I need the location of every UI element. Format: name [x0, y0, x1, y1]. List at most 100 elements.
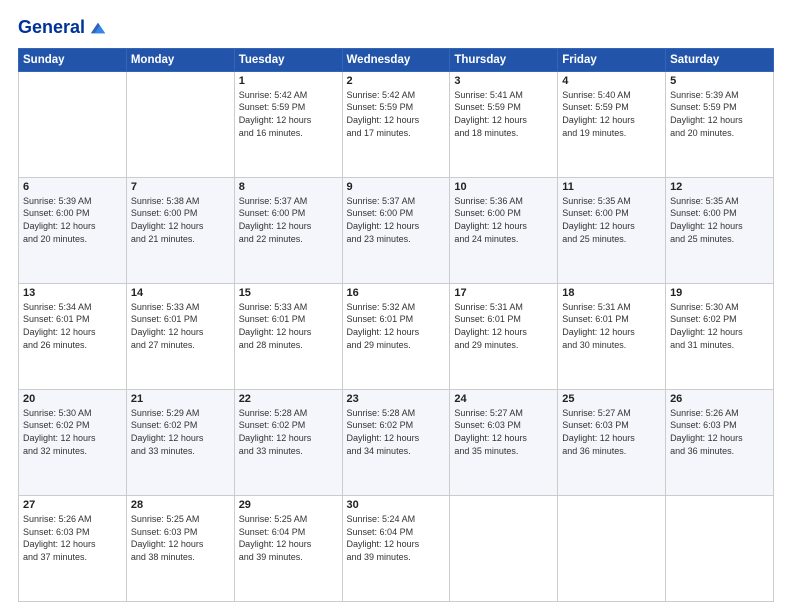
day-number: 7: [131, 181, 230, 193]
calendar-cell: 30 Sunrise: 5:24 AM Sunset: 6:04 PM Dayli…: [342, 495, 450, 601]
day-number: 21: [131, 393, 230, 405]
calendar-cell: 27Sunrise: 5:26 AM Sunset: 6:03 PM Dayli…: [19, 495, 127, 601]
day-info: Sunrise: 5:38 AM Sunset: 6:00 PM Dayligh…: [131, 195, 230, 245]
logo-icon: [89, 19, 107, 37]
day-info: Sunrise: 5:30 AM Sunset: 6:02 PM Dayligh…: [670, 301, 769, 351]
calendar-cell: 25 Sunrise: 5:27 AM Sunset: 6:03 PM Dayli…: [558, 389, 666, 495]
weekday-header-friday: Friday: [558, 48, 666, 71]
calendar-cell: 28 Sunrise: 5:25 AM Sunset: 6:03 PM Dayli…: [126, 495, 234, 601]
day-number: 8: [239, 181, 338, 193]
weekday-header-monday: Monday: [126, 48, 234, 71]
calendar-cell: 14 Sunrise: 5:33 AM Sunset: 6:01 PM Dayli…: [126, 283, 234, 389]
day-info: Sunrise: 5:28 AM Sunset: 6:02 PM Dayligh…: [347, 407, 446, 457]
day-info: Sunrise: 5:36 AM Sunset: 6:00 PM Dayligh…: [454, 195, 553, 245]
day-info: Sunrise: 5:32 AM Sunset: 6:01 PM Dayligh…: [347, 301, 446, 351]
calendar-cell: 26Sunrise: 5:26 AM Sunset: 6:03 PM Dayli…: [666, 389, 774, 495]
day-number: 13: [23, 287, 122, 299]
week-row-5: 27Sunrise: 5:26 AM Sunset: 6:03 PM Dayli…: [19, 495, 774, 601]
day-info: Sunrise: 5:27 AM Sunset: 6:03 PM Dayligh…: [454, 407, 553, 457]
weekday-header-saturday: Saturday: [666, 48, 774, 71]
logo-text: General: [18, 18, 85, 38]
day-info: Sunrise: 5:39 AM Sunset: 5:59 PM Dayligh…: [670, 89, 769, 139]
calendar-cell: 11Sunrise: 5:35 AM Sunset: 6:00 PM Dayli…: [558, 177, 666, 283]
day-info: Sunrise: 5:33 AM Sunset: 6:01 PM Dayligh…: [239, 301, 338, 351]
day-number: 9: [347, 181, 446, 193]
day-info: Sunrise: 5:33 AM Sunset: 6:01 PM Dayligh…: [131, 301, 230, 351]
calendar-cell: 6 Sunrise: 5:39 AM Sunset: 6:00 PM Daylig…: [19, 177, 127, 283]
day-number: 16: [347, 287, 446, 299]
day-number: 2: [347, 75, 446, 87]
weekday-header-thursday: Thursday: [450, 48, 558, 71]
day-number: 30: [347, 499, 446, 511]
day-number: 20: [23, 393, 122, 405]
day-info: Sunrise: 5:31 AM Sunset: 6:01 PM Dayligh…: [454, 301, 553, 351]
day-info: Sunrise: 5:41 AM Sunset: 5:59 PM Dayligh…: [454, 89, 553, 139]
week-row-2: 6 Sunrise: 5:39 AM Sunset: 6:00 PM Daylig…: [19, 177, 774, 283]
weekday-header-tuesday: Tuesday: [234, 48, 342, 71]
calendar-cell: 24Sunrise: 5:27 AM Sunset: 6:03 PM Dayli…: [450, 389, 558, 495]
day-number: 25: [562, 393, 661, 405]
day-info: Sunrise: 5:26 AM Sunset: 6:03 PM Dayligh…: [670, 407, 769, 457]
calendar-cell: 1 Sunrise: 5:42 AM Sunset: 5:59 PM Daylig…: [234, 71, 342, 177]
calendar-cell: [666, 495, 774, 601]
week-row-4: 20 Sunrise: 5:30 AM Sunset: 6:02 PM Dayli…: [19, 389, 774, 495]
day-number: 1: [239, 75, 338, 87]
day-info: Sunrise: 5:34 AM Sunset: 6:01 PM Dayligh…: [23, 301, 122, 351]
day-number: 18: [562, 287, 661, 299]
page: General SundayMondayTuesdayWednesdayThur…: [0, 0, 792, 612]
calendar-cell: 21 Sunrise: 5:29 AM Sunset: 6:02 PM Dayli…: [126, 389, 234, 495]
day-info: Sunrise: 5:35 AM Sunset: 6:00 PM Dayligh…: [562, 195, 661, 245]
calendar-cell: 5Sunrise: 5:39 AM Sunset: 5:59 PM Daylig…: [666, 71, 774, 177]
calendar-cell: [558, 495, 666, 601]
day-info: Sunrise: 5:24 AM Sunset: 6:04 PM Dayligh…: [347, 513, 446, 563]
day-info: Sunrise: 5:25 AM Sunset: 6:03 PM Dayligh…: [131, 513, 230, 563]
day-info: Sunrise: 5:40 AM Sunset: 5:59 PM Dayligh…: [562, 89, 661, 139]
day-number: 4: [562, 75, 661, 87]
day-number: 12: [670, 181, 769, 193]
day-info: Sunrise: 5:42 AM Sunset: 5:59 PM Dayligh…: [347, 89, 446, 139]
logo: General: [18, 18, 107, 38]
calendar-cell: 10Sunrise: 5:36 AM Sunset: 6:00 PM Dayli…: [450, 177, 558, 283]
day-info: Sunrise: 5:39 AM Sunset: 6:00 PM Dayligh…: [23, 195, 122, 245]
calendar: SundayMondayTuesdayWednesdayThursdayFrid…: [18, 48, 774, 602]
calendar-cell: 4 Sunrise: 5:40 AM Sunset: 5:59 PM Daylig…: [558, 71, 666, 177]
calendar-cell: [19, 71, 127, 177]
day-number: 23: [347, 393, 446, 405]
day-number: 29: [239, 499, 338, 511]
day-number: 28: [131, 499, 230, 511]
day-info: Sunrise: 5:37 AM Sunset: 6:00 PM Dayligh…: [347, 195, 446, 245]
calendar-cell: 20 Sunrise: 5:30 AM Sunset: 6:02 PM Dayli…: [19, 389, 127, 495]
calendar-cell: 23 Sunrise: 5:28 AM Sunset: 6:02 PM Dayli…: [342, 389, 450, 495]
day-info: Sunrise: 5:30 AM Sunset: 6:02 PM Dayligh…: [23, 407, 122, 457]
week-row-3: 13 Sunrise: 5:34 AM Sunset: 6:01 PM Dayli…: [19, 283, 774, 389]
day-info: Sunrise: 5:31 AM Sunset: 6:01 PM Dayligh…: [562, 301, 661, 351]
calendar-cell: 8 Sunrise: 5:37 AM Sunset: 6:00 PM Daylig…: [234, 177, 342, 283]
day-info: Sunrise: 5:29 AM Sunset: 6:02 PM Dayligh…: [131, 407, 230, 457]
day-number: 14: [131, 287, 230, 299]
calendar-cell: 13 Sunrise: 5:34 AM Sunset: 6:01 PM Dayli…: [19, 283, 127, 389]
calendar-cell: 3 Sunrise: 5:41 AM Sunset: 5:59 PM Daylig…: [450, 71, 558, 177]
weekday-header-wednesday: Wednesday: [342, 48, 450, 71]
day-number: 22: [239, 393, 338, 405]
calendar-cell: 22 Sunrise: 5:28 AM Sunset: 6:02 PM Dayli…: [234, 389, 342, 495]
calendar-cell: [450, 495, 558, 601]
day-number: 3: [454, 75, 553, 87]
calendar-cell: 17Sunrise: 5:31 AM Sunset: 6:01 PM Dayli…: [450, 283, 558, 389]
weekday-header-sunday: Sunday: [19, 48, 127, 71]
day-info: Sunrise: 5:25 AM Sunset: 6:04 PM Dayligh…: [239, 513, 338, 563]
day-number: 6: [23, 181, 122, 193]
calendar-cell: 19Sunrise: 5:30 AM Sunset: 6:02 PM Dayli…: [666, 283, 774, 389]
day-info: Sunrise: 5:35 AM Sunset: 6:00 PM Dayligh…: [670, 195, 769, 245]
day-info: Sunrise: 5:37 AM Sunset: 6:00 PM Dayligh…: [239, 195, 338, 245]
day-info: Sunrise: 5:27 AM Sunset: 6:03 PM Dayligh…: [562, 407, 661, 457]
calendar-cell: 15Sunrise: 5:33 AM Sunset: 6:01 PM Dayli…: [234, 283, 342, 389]
calendar-cell: [126, 71, 234, 177]
calendar-cell: 16 Sunrise: 5:32 AM Sunset: 6:01 PM Dayli…: [342, 283, 450, 389]
day-info: Sunrise: 5:42 AM Sunset: 5:59 PM Dayligh…: [239, 89, 338, 139]
day-number: 27: [23, 499, 122, 511]
week-row-1: 1 Sunrise: 5:42 AM Sunset: 5:59 PM Daylig…: [19, 71, 774, 177]
calendar-cell: 18 Sunrise: 5:31 AM Sunset: 6:01 PM Dayli…: [558, 283, 666, 389]
day-info: Sunrise: 5:28 AM Sunset: 6:02 PM Dayligh…: [239, 407, 338, 457]
calendar-cell: 29 Sunrise: 5:25 AM Sunset: 6:04 PM Dayli…: [234, 495, 342, 601]
calendar-cell: 7 Sunrise: 5:38 AM Sunset: 6:00 PM Daylig…: [126, 177, 234, 283]
